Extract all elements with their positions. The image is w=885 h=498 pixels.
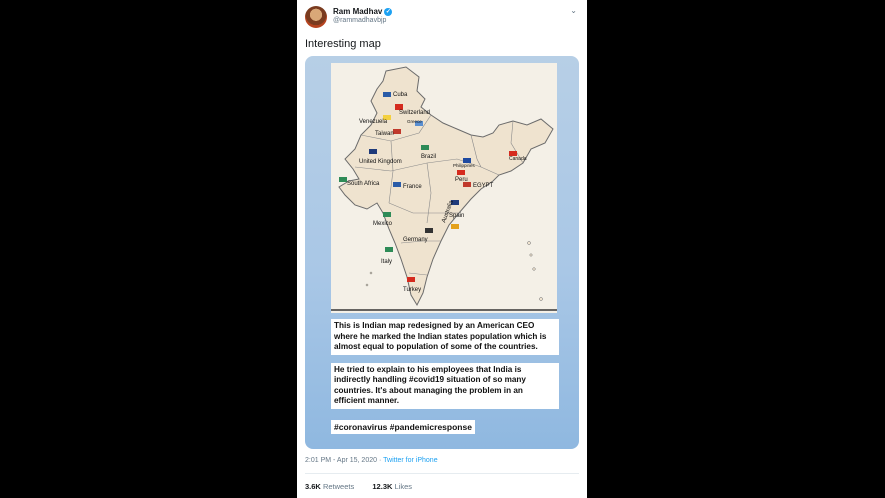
caption-paragraph-1: This is Indian map redesigned by an Amer…	[331, 319, 559, 355]
divider	[305, 473, 579, 474]
tweet-text: Interesting map	[305, 38, 381, 50]
likes-count: 12.3K	[372, 482, 393, 491]
map-label: Greece	[407, 119, 422, 124]
flag-icon	[339, 177, 347, 182]
map-label: Germany	[403, 237, 428, 243]
map-label: Brazil	[421, 154, 436, 160]
map-label: Italy	[381, 259, 392, 265]
tweet-stats: 3.6K Retweets 12.3K Likes	[305, 482, 412, 491]
likes-stat[interactable]: 12.3K Likes	[372, 482, 412, 491]
map-label: United Kingdom	[359, 159, 402, 165]
author-name[interactable]: Ram Madhav	[333, 7, 382, 16]
author-handle[interactable]: @rammadhavbjp	[333, 17, 386, 24]
map-label: Philippines	[453, 163, 476, 168]
flag-icon	[457, 170, 465, 175]
flag-icon	[407, 277, 415, 282]
caption-hashtags: #coronavirus #pandemicresponse	[331, 419, 475, 434]
map-label: Spain	[449, 213, 464, 219]
map-label: EGYPT	[473, 183, 494, 189]
flag-icon	[421, 145, 429, 150]
map-label: Taiwan	[375, 131, 394, 137]
tweet-source-link[interactable]: Twitter for iPhone	[383, 457, 437, 464]
author-name-row[interactable]: Ram Madhav ✓	[333, 7, 393, 16]
india-map-svg: Cuba Switzerland Venezuela Greece Taiwan…	[331, 66, 557, 311]
tweet-date[interactable]: Apr 15, 2020	[337, 457, 377, 464]
tweet-meta: 2:01 PM - Apr 15, 2020 · Twitter for iPh…	[305, 457, 438, 464]
flag-icon	[393, 129, 401, 134]
map-label: Peru	[455, 177, 468, 183]
map-label: Turkey	[403, 287, 421, 293]
verified-badge-icon: ✓	[384, 7, 393, 16]
map-label: Switzerland	[399, 110, 430, 116]
likes-label: Likes	[394, 482, 413, 491]
flag-icon	[383, 92, 391, 97]
retweets-stat[interactable]: 3.6K Retweets	[305, 482, 354, 491]
map-label: France	[403, 184, 422, 190]
flag-icon	[369, 149, 377, 154]
chevron-down-icon[interactable]: ⌄	[570, 6, 577, 15]
tweet-card: Ram Madhav ✓ @rammadhavbjp ⌄ Interesting …	[297, 0, 587, 498]
map-label: Canada	[509, 156, 527, 162]
image-caption: This is Indian map redesigned by an Amer…	[331, 319, 559, 435]
flag-icon	[383, 212, 391, 217]
retweets-label: Retweets	[322, 482, 355, 491]
avatar[interactable]	[305, 6, 327, 28]
flag-icon	[385, 247, 393, 252]
map-label: Mexico	[373, 221, 393, 227]
tweet-media-image[interactable]: Cuba Switzerland Venezuela Greece Taiwan…	[305, 56, 579, 449]
flag-icon	[425, 228, 433, 233]
tweet-time[interactable]: 2:01 PM	[305, 457, 331, 464]
india-map: Cuba Switzerland Venezuela Greece Taiwan…	[331, 63, 557, 313]
retweets-count: 3.6K	[305, 482, 321, 491]
flag-icon	[393, 182, 401, 187]
caption-paragraph-2: He tried to explain to his employees tha…	[331, 362, 559, 409]
map-label: Cuba	[393, 92, 408, 98]
map-label: Venezuela	[359, 119, 388, 125]
flag-icon	[451, 224, 459, 229]
map-label: South Africa	[347, 181, 380, 187]
